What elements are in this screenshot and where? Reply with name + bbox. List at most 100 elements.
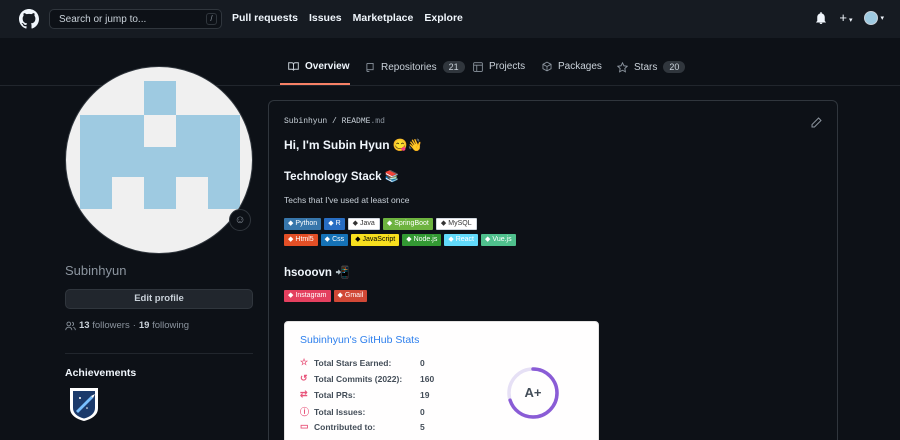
tab-repositories[interactable]: Repositories 21 — [365, 61, 465, 73]
create-new-dropdown[interactable]: + ▾ — [839, 10, 852, 25]
issue-icon: ⓘ — [300, 407, 310, 417]
contact-badges-row: ◆ Instagram ◆ Gmail — [284, 290, 368, 302]
repositories-count: 21 — [442, 61, 465, 73]
badge-html5[interactable]: ◆ Html5 — [284, 234, 318, 246]
stat-value: 0 — [420, 357, 425, 368]
following-count: 19 — [138, 320, 150, 331]
tab-label: Stars — [634, 61, 658, 73]
stat-value: 5 — [420, 421, 425, 432]
tab-label: Repositories — [381, 61, 437, 73]
identicon-block — [80, 147, 240, 177]
stats-title: Subinhyun's GitHub Stats — [300, 334, 420, 346]
package-icon — [542, 61, 552, 72]
badge-label: SpringBoot — [394, 220, 429, 227]
readme-greeting: Hi, I'm Subin Hyun 😋👋 — [284, 138, 423, 152]
star-icon: ☆ — [300, 357, 309, 367]
profile-avatar[interactable] — [65, 66, 253, 254]
repo-icon — [366, 62, 374, 72]
nav-marketplace[interactable]: Marketplace — [353, 12, 414, 24]
followers-count: 13 — [79, 320, 90, 331]
profile-username: Subinhyun — [65, 263, 127, 278]
readme-owner-link[interactable]: Subinhyun — [284, 117, 327, 126]
tech-badges-row-1: ◆ Python ◆ R ◆ Java ◆ SpringBoot ◆ MySQL — [284, 218, 477, 230]
achievement-badge-icon[interactable] — [67, 386, 101, 422]
followers-link[interactable]: 13 followers — [79, 320, 130, 331]
badge-label: Python — [295, 220, 318, 227]
badge-css[interactable]: ◆ Css — [320, 234, 349, 246]
chevron-down-icon: ▾ — [847, 17, 853, 24]
nav-issues[interactable]: Issues — [309, 12, 342, 24]
achievements-heading: Achievements — [65, 367, 137, 379]
nav-explore[interactable]: Explore — [424, 12, 463, 24]
github-stats-card[interactable]: Subinhyun's GitHub Stats ☆ Total Stars Ea… — [284, 321, 599, 440]
badge-gmail[interactable]: ◆ Gmail — [333, 290, 368, 302]
badge-logo-icon: ◆ — [352, 220, 359, 227]
header-actions: + ▾ ▾ — [815, 10, 884, 25]
separator-dot: · — [132, 320, 136, 331]
tech-badges-row-2: ◆ Html5 ◆ Css ◆ JavaScript ◆ Node.js ◆ React ◆ Vue.… — [284, 234, 516, 246]
stat-row: ⇄ Total PRs: 19 — [300, 389, 429, 400]
pull-request-icon: ⇄ — [300, 389, 308, 399]
chevron-down-icon: ▾ — [880, 14, 884, 22]
tab-label: Projects — [489, 61, 526, 72]
tech-stack-subtitle: Techs that I've used at least once — [284, 195, 410, 205]
user-menu-dropdown[interactable]: ▾ — [864, 10, 884, 25]
avatar — [864, 10, 879, 25]
badge-javascript[interactable]: ◆ JavaScript — [351, 234, 400, 246]
badge-java[interactable]: ◆ Java — [347, 218, 380, 230]
following-link[interactable]: 19 following — [139, 320, 189, 331]
badge-springboot[interactable]: ◆ SpringBoot — [382, 218, 433, 230]
bell-icon[interactable] — [815, 11, 827, 24]
badge-node-js[interactable]: ◆ Node.js — [402, 234, 442, 246]
identicon-block — [208, 177, 240, 209]
badge-mysql[interactable]: ◆ MySQL — [435, 218, 477, 230]
badge-logo-icon: ◆ — [337, 292, 343, 299]
stat-label: Total Stars Earned: — [314, 357, 392, 368]
readme-file-link[interactable]: README.md — [342, 117, 385, 126]
active-tab-indicator — [280, 83, 350, 85]
star-icon — [617, 61, 628, 73]
main-nav: Pull requests Issues Marketplace Explore — [232, 12, 463, 24]
tab-label: Packages — [558, 61, 602, 72]
search-shortcut-key: / — [206, 13, 217, 25]
badge-label: Html5 — [295, 236, 314, 243]
badge-instagram[interactable]: ◆ Instagram — [284, 290, 331, 302]
identicon-block — [176, 115, 240, 147]
set-status-button[interactable]: ☺ — [229, 209, 251, 231]
badge-label: Gmail — [344, 292, 364, 299]
stat-row: ↺ Total Commits (2022): 160 — [300, 373, 434, 384]
badge-label: React — [455, 236, 475, 243]
tab-stars[interactable]: Stars 20 — [617, 61, 686, 73]
history-icon: ↺ — [300, 373, 308, 383]
badge-react[interactable]: ◆ React — [444, 234, 479, 246]
badge-r[interactable]: ◆ R — [324, 218, 345, 230]
book-icon — [288, 62, 299, 71]
stat-label: Total Issues: — [314, 406, 366, 417]
badge-logo-icon: ◆ — [288, 220, 294, 227]
search-input[interactable]: Search or jump to... / — [49, 9, 222, 29]
tab-packages[interactable]: Packages — [542, 61, 602, 72]
nav-pull-requests[interactable]: Pull requests — [232, 12, 298, 24]
following-label: following — [152, 320, 190, 331]
badge-label: Css — [332, 236, 345, 243]
identicon-block — [80, 115, 144, 147]
stat-value: 19 — [420, 389, 430, 400]
pencil-icon[interactable] — [811, 117, 822, 128]
stat-value: 160 — [420, 373, 435, 384]
readme-file-name: README — [341, 117, 371, 126]
github-logo-icon[interactable] — [19, 9, 39, 29]
badge-python[interactable]: ◆ Python — [284, 218, 322, 230]
identicon-block — [144, 177, 176, 209]
badge-label: Node.js — [413, 236, 438, 243]
tab-overview[interactable]: Overview — [288, 61, 349, 72]
tech-stack-heading: Technology Stack 📚 — [284, 171, 400, 183]
badge-label: Java — [360, 220, 375, 227]
edit-profile-button[interactable]: Edit profile — [65, 289, 253, 309]
rank-grade: A+ — [524, 385, 542, 400]
badge-vue-js[interactable]: ◆ Vue.js — [481, 234, 516, 246]
tab-projects[interactable]: Projects — [473, 61, 525, 72]
stat-row: ▭ Contributed to: 5 — [300, 421, 425, 432]
identicon-block — [80, 177, 112, 209]
badge-label: Vue.js — [492, 236, 512, 243]
badge-label: JavaScript — [362, 236, 396, 243]
